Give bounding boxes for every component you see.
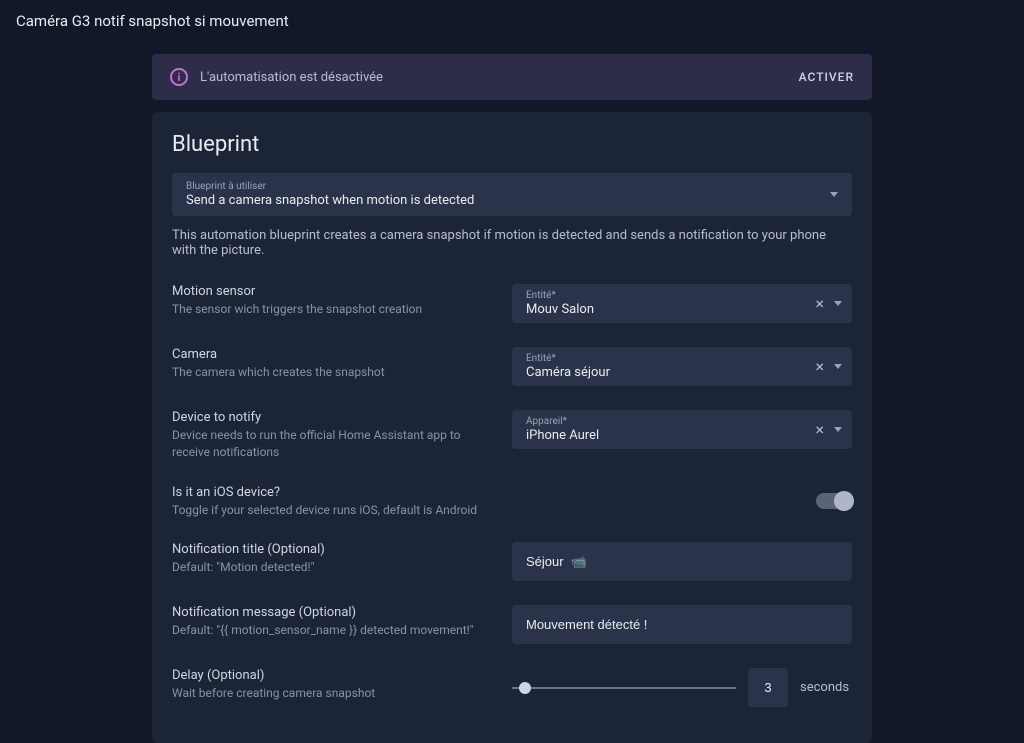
notif-title-title: Notification title (Optional) bbox=[172, 542, 492, 557]
content-column: i L'automatisation est désactivée ACTIVE… bbox=[152, 54, 872, 743]
notif-msg-input-col bbox=[512, 605, 852, 644]
camera-inner: Entité* Caméra séjour bbox=[526, 353, 610, 380]
ios-label-col: Is it an iOS device? Toggle if your sele… bbox=[172, 485, 477, 519]
notif-msg-title: Notification message (Optional) bbox=[172, 605, 492, 620]
blueprint-select-value: Send a camera snapshot when motion is de… bbox=[186, 193, 474, 208]
blueprint-card: Blueprint Blueprint à utiliser Send a ca… bbox=[152, 112, 872, 743]
notif-msg-row: Notification message (Optional) Default:… bbox=[152, 593, 872, 656]
camera-title: Camera bbox=[172, 347, 492, 362]
ios-title: Is it an iOS device? bbox=[172, 485, 477, 500]
device-inner: Appareil* iPhone Aurel bbox=[526, 416, 599, 443]
camera-value: Caméra séjour bbox=[526, 365, 610, 380]
camera-label-col: Camera The camera which creates the snap… bbox=[172, 347, 492, 381]
camera-input-col: Entité* Caméra séjour × bbox=[512, 347, 852, 386]
motion-sensor-label-col: Motion sensor The sensor wich triggers t… bbox=[172, 284, 492, 318]
notif-msg-input[interactable] bbox=[512, 605, 852, 644]
ios-row: Is it an iOS device? Toggle if your sele… bbox=[152, 473, 872, 531]
camera-row: Camera The camera which creates the snap… bbox=[152, 335, 872, 398]
chevron-down-icon[interactable] bbox=[834, 427, 842, 432]
clear-icon[interactable]: × bbox=[815, 359, 824, 375]
chevron-down-icon[interactable] bbox=[834, 364, 842, 369]
blueprint-select-label: Blueprint à utiliser bbox=[186, 181, 474, 192]
device-input[interactable]: Appareil* iPhone Aurel × bbox=[512, 410, 852, 449]
clear-icon[interactable]: × bbox=[815, 296, 824, 312]
notif-title-row: Notification title (Optional) Default: "… bbox=[152, 530, 872, 593]
device-desc: Device needs to run the official Home As… bbox=[172, 427, 492, 461]
notif-msg-label-col: Notification message (Optional) Default:… bbox=[172, 605, 492, 639]
delay-number-input[interactable] bbox=[748, 668, 788, 707]
ios-desc: Toggle if your selected device runs iOS,… bbox=[172, 502, 477, 519]
notif-title-input-col bbox=[512, 542, 852, 581]
blueprint-select[interactable]: Blueprint à utiliser Send a camera snaps… bbox=[172, 173, 852, 216]
toggle-knob bbox=[834, 491, 854, 511]
clear-icon[interactable]: × bbox=[815, 422, 824, 438]
blueprint-description: This automation blueprint creates a came… bbox=[152, 228, 872, 272]
ios-toggle[interactable] bbox=[816, 493, 852, 509]
device-row: Device to notify Device needs to run the… bbox=[152, 398, 872, 473]
motion-sensor-title: Motion sensor bbox=[172, 284, 492, 299]
motion-sensor-inner: Entité* Mouv Salon bbox=[526, 290, 594, 317]
delay-label-col: Delay (Optional) Wait before creating ca… bbox=[172, 668, 492, 702]
blueprint-select-inner: Blueprint à utiliser Send a camera snaps… bbox=[186, 181, 474, 208]
device-label-col: Device to notify Device needs to run the… bbox=[172, 410, 492, 461]
notif-title-desc: Default: "Motion detected!" bbox=[172, 559, 492, 576]
slider-knob bbox=[519, 682, 531, 694]
delay-title: Delay (Optional) bbox=[172, 668, 492, 683]
disabled-alert: i L'automatisation est désactivée ACTIVE… bbox=[152, 54, 872, 100]
notif-title-input[interactable] bbox=[512, 542, 852, 581]
device-actions: × bbox=[815, 422, 842, 438]
delay-row: Delay (Optional) Wait before creating ca… bbox=[152, 656, 872, 719]
chevron-down-icon[interactable] bbox=[834, 301, 842, 306]
info-icon: i bbox=[170, 68, 188, 86]
alert-left: i L'automatisation est désactivée bbox=[170, 68, 383, 86]
page-title: Caméra G3 notif snapshot si mouvement bbox=[0, 0, 1024, 42]
device-entity-label: Appareil* bbox=[526, 416, 599, 427]
chevron-down-icon bbox=[830, 192, 838, 197]
notif-title-label-col: Notification title (Optional) Default: "… bbox=[172, 542, 492, 576]
alert-message: L'automatisation est désactivée bbox=[200, 70, 383, 85]
motion-sensor-value: Mouv Salon bbox=[526, 302, 594, 317]
camera-entity-label: Entité* bbox=[526, 353, 610, 364]
motion-sensor-input[interactable]: Entité* Mouv Salon × bbox=[512, 284, 852, 323]
motion-sensor-desc: The sensor wich triggers the snapshot cr… bbox=[172, 301, 492, 318]
motion-sensor-actions: × bbox=[815, 296, 842, 312]
camera-desc: The camera which creates the snapshot bbox=[172, 364, 492, 381]
notif-msg-desc: Default: "{{ motion_sensor_name }} detec… bbox=[172, 622, 492, 639]
delay-input-col: seconds bbox=[512, 668, 852, 707]
motion-sensor-row: Motion sensor The sensor wich triggers t… bbox=[152, 272, 872, 335]
activate-button[interactable]: ACTIVER bbox=[799, 70, 854, 84]
delay-unit: seconds bbox=[800, 680, 852, 695]
main-container: i L'automatisation est désactivée ACTIVE… bbox=[0, 42, 1024, 743]
motion-sensor-entity-label: Entité* bbox=[526, 290, 594, 301]
camera-actions: × bbox=[815, 359, 842, 375]
device-input-col: Appareil* iPhone Aurel × bbox=[512, 410, 852, 449]
camera-input[interactable]: Entité* Caméra séjour × bbox=[512, 347, 852, 386]
device-value: iPhone Aurel bbox=[526, 428, 599, 443]
motion-sensor-input-col: Entité* Mouv Salon × bbox=[512, 284, 852, 323]
device-title: Device to notify bbox=[172, 410, 492, 425]
card-title: Blueprint bbox=[152, 132, 872, 173]
delay-desc: Wait before creating camera snapshot bbox=[172, 685, 492, 702]
delay-slider[interactable] bbox=[512, 687, 736, 689]
